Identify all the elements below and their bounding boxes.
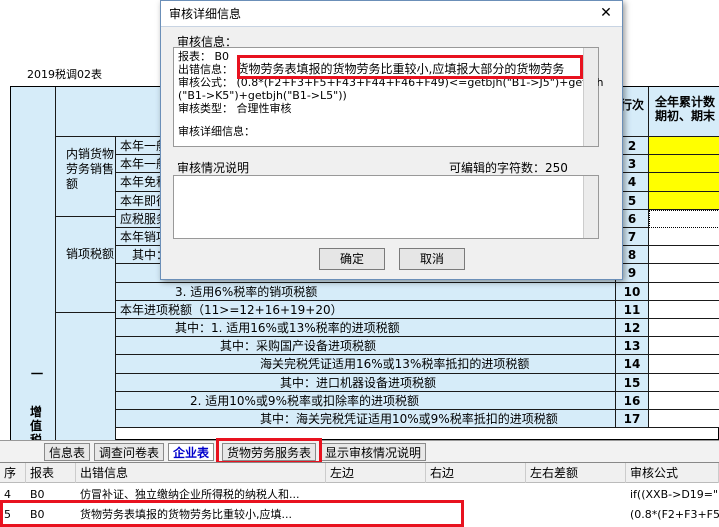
value-cell[interactable] <box>649 246 719 265</box>
tab-survey[interactable]: 调查问卷表 <box>94 443 165 461</box>
row-label: 2. 适用10%或9%税率或扣除率的进项税额 <box>116 391 616 410</box>
label-input-blank <box>56 313 116 441</box>
explain-label: 审核情况说明 <box>177 161 250 175</box>
type-line: 审核类型： 合理性审核 <box>178 102 292 115</box>
error-label: 出错信息： <box>178 63 233 76</box>
value-cell[interactable] <box>649 209 719 228</box>
header-annual-col: 全年累计数 期初、期末 <box>649 87 719 137</box>
row-line-number: 16 <box>616 391 649 410</box>
formula-line-2: ("B1->K5")+getbjh("B1->L5")) <box>178 89 347 102</box>
tab-show-audit-notes[interactable]: 显示审核情况说明 <box>320 443 427 461</box>
cancel-button[interactable]: 取消 <box>399 248 465 270</box>
value-cell[interactable] <box>649 173 719 192</box>
value-cell[interactable] <box>649 337 719 356</box>
row-line-number: 17 <box>616 410 649 429</box>
chars-remaining: 可编辑的字符数：250 <box>449 161 568 175</box>
col-difference: 左右差额 <box>526 463 626 483</box>
value-cell[interactable] <box>649 155 719 174</box>
row-label: 本年进项税额（11>=12+16+19+20） <box>116 300 616 319</box>
value-cell[interactable] <box>649 391 719 410</box>
detail-label: 审核详细信息： <box>178 125 255 138</box>
value-cell[interactable] <box>649 137 719 156</box>
results-header: 序 报表 出错信息 左边 右边 左右差额 审核公式 <box>0 463 719 483</box>
row-label: 其中：采购国产设备进项税额 <box>116 337 616 356</box>
form-code: 2019税调02表 <box>27 68 102 81</box>
explain-textarea[interactable] <box>173 175 599 239</box>
label-one: 一 <box>31 367 44 381</box>
section-column <box>11 87 56 441</box>
col-report: 报表 <box>26 463 76 483</box>
row-label: 3. 适用6%税率的销项税额 <box>116 282 616 301</box>
col-formula: 审核公式 <box>626 463 719 483</box>
row-label: 其中：海关完税凭证适用10%或9%税率抵扣的进项税额 <box>116 410 616 429</box>
highlight-selected-row <box>0 500 464 527</box>
row-label: 其中：进口机器设备进项税额 <box>116 373 616 392</box>
dialog-title: 审核详细信息 <box>169 7 242 21</box>
value-cell[interactable] <box>649 319 719 338</box>
row-label: 海关完税凭证适用16%或13%税率抵扣的进项税额 <box>116 355 616 374</box>
row-line-number: 15 <box>616 373 649 392</box>
row-line-number: 13 <box>616 337 649 356</box>
value-cell[interactable] <box>649 355 719 374</box>
highlight-goods-tab <box>216 438 322 464</box>
info-scrollbar[interactable] <box>583 48 598 146</box>
close-icon[interactable]: ✕ <box>596 4 616 22</box>
sheet-tabs: 信息表 调查问卷表 企业表 货物劳务服务表 显示审核情况说明 <box>0 440 719 462</box>
row-line-number: 14 <box>616 355 649 374</box>
col-error-info: 出错信息 <box>76 463 326 483</box>
audit-detail-dialog: 审核详细信息 ✕ 审核信息： 报表： B0 出错信息： 货物劳务表填报的货物劳务… <box>160 0 623 280</box>
label-domestic-sales: 内销货物劳务销售额 <box>56 137 116 217</box>
value-cell[interactable] <box>649 410 719 429</box>
ok-button[interactable]: 确定 <box>319 248 385 270</box>
value-cell[interactable] <box>649 373 719 392</box>
col-right: 右边 <box>426 463 526 483</box>
explain-scrollbar[interactable] <box>583 176 598 238</box>
value-cell[interactable] <box>649 228 719 247</box>
value-cell[interactable] <box>649 191 719 210</box>
tab-info[interactable]: 信息表 <box>44 443 91 461</box>
value-cell[interactable] <box>649 264 719 283</box>
row-line-number: 12 <box>616 319 649 338</box>
col-seq: 序 <box>0 463 26 483</box>
row-line-number: 11 <box>616 300 649 319</box>
col-left: 左边 <box>326 463 426 483</box>
dialog-titlebar: 审核详细信息 ✕ <box>161 1 622 27</box>
row-label: 其中：1. 适用16%或13%税率的进项税额 <box>116 319 616 338</box>
tab-enterprise[interactable]: 企业表 <box>168 443 215 461</box>
label-output-tax: 销项税额 <box>56 217 116 313</box>
row-line-number: 10 <box>616 282 649 301</box>
value-cell[interactable] <box>649 282 719 301</box>
value-cell[interactable] <box>649 300 719 319</box>
highlight-error-text <box>237 55 583 79</box>
